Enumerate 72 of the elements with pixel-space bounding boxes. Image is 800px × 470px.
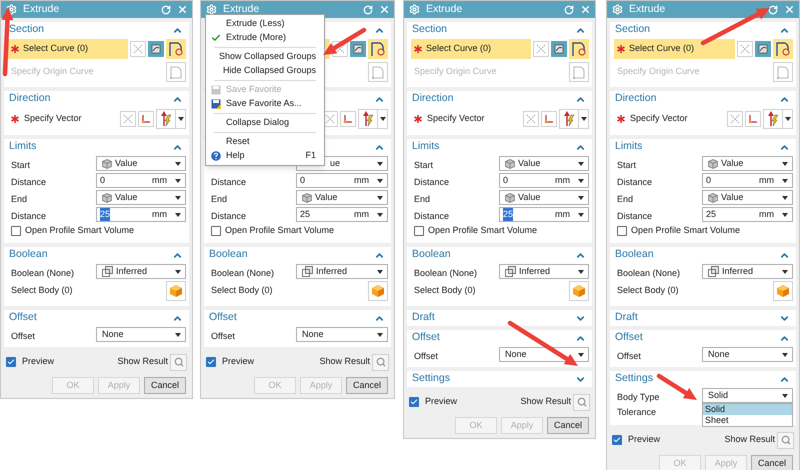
field-label: Select Body (0)	[211, 284, 273, 298]
show-result-label: Show Result	[520, 395, 571, 408]
field-label: Distance	[11, 210, 46, 220]
field-label: End	[11, 194, 28, 204]
field-label: Select Body (0)	[617, 284, 679, 298]
field-label: End	[414, 194, 430, 204]
field-label: Specify Vector	[24, 112, 82, 126]
group-title: Draft	[412, 310, 435, 326]
group-title: Section	[615, 22, 650, 38]
field-label: Boolean (None)	[11, 268, 74, 278]
field-label: Distance	[617, 176, 652, 186]
field-label: Start	[617, 160, 636, 170]
window-title: Extrude	[23, 2, 60, 17]
field-label: Offset	[617, 350, 641, 360]
group-title: Limits	[412, 139, 440, 154]
field-label: Start	[414, 160, 434, 170]
field-label: Tolerance	[617, 406, 656, 419]
group-title: Offset	[9, 310, 37, 326]
group-title: Boolean	[209, 247, 248, 262]
preview-label: Preview	[22, 355, 54, 368]
group-title: Limits	[9, 139, 36, 154]
field-label: Open Profile Smart Volume	[25, 224, 134, 238]
field-label: Boolean (None)	[414, 268, 478, 278]
group-title: Direction	[9, 91, 50, 106]
group-title: Section	[9, 22, 44, 38]
field-label: Specify Origin Curve	[617, 64, 700, 78]
window-title: Extrude	[629, 2, 666, 17]
field-label: End	[617, 194, 634, 204]
field-label: Specify Origin Curve	[11, 64, 94, 78]
group-title: Offset	[412, 330, 440, 346]
show-result-label: Show Result	[319, 355, 370, 368]
group-title: Offset	[209, 310, 237, 326]
field-label: Offset	[414, 350, 438, 360]
field-label: Distance	[211, 176, 246, 186]
group-title: Offset	[615, 330, 643, 346]
group-title: Boolean	[9, 247, 48, 262]
field-label: Offset	[211, 330, 235, 340]
window-title: Extrude	[426, 2, 462, 17]
window-title: Extrude	[223, 2, 260, 17]
field-label: Specify Origin Curve	[414, 64, 497, 78]
field-label: Body Type	[617, 392, 660, 402]
field-label: Boolean (None)	[617, 268, 680, 278]
group-title: Limits	[615, 139, 642, 154]
preview-label: Preview	[425, 395, 458, 408]
show-result-label: Show Result	[724, 433, 775, 446]
field-label: End	[211, 194, 228, 204]
field-label: Distance	[414, 176, 450, 186]
field-label: Open Profile Smart Volume	[428, 224, 538, 238]
field-label: Start	[11, 160, 30, 170]
field-label: Open Profile Smart Volume	[225, 224, 334, 238]
group-title: Direction	[615, 91, 656, 106]
field-label: Select Body (0)	[414, 284, 476, 298]
group-title: Section	[412, 22, 448, 38]
field-label: Distance	[617, 210, 652, 220]
show-result-label: Show Result	[117, 355, 168, 368]
field-label: Offset	[11, 330, 35, 340]
field-label: Boolean (None)	[211, 268, 274, 278]
field-label: Specify Vector	[427, 112, 485, 126]
group-title: Boolean	[615, 247, 654, 262]
group-title: Settings	[412, 371, 450, 386]
field-label: Select Body (0)	[11, 284, 73, 298]
field-label: Specify Vector	[630, 112, 688, 126]
group-title: Direction	[412, 91, 454, 106]
group-title: Draft	[615, 310, 638, 326]
field-label: Open Profile Smart Volume	[631, 224, 740, 238]
group-title: Settings	[615, 371, 653, 386]
field-label: Distance	[211, 210, 246, 220]
preview-label: Preview	[628, 433, 660, 446]
field-label: Distance	[414, 210, 450, 220]
field-label: Distance	[11, 176, 46, 186]
preview-label: Preview	[222, 355, 254, 368]
group-title: Boolean	[412, 247, 451, 262]
